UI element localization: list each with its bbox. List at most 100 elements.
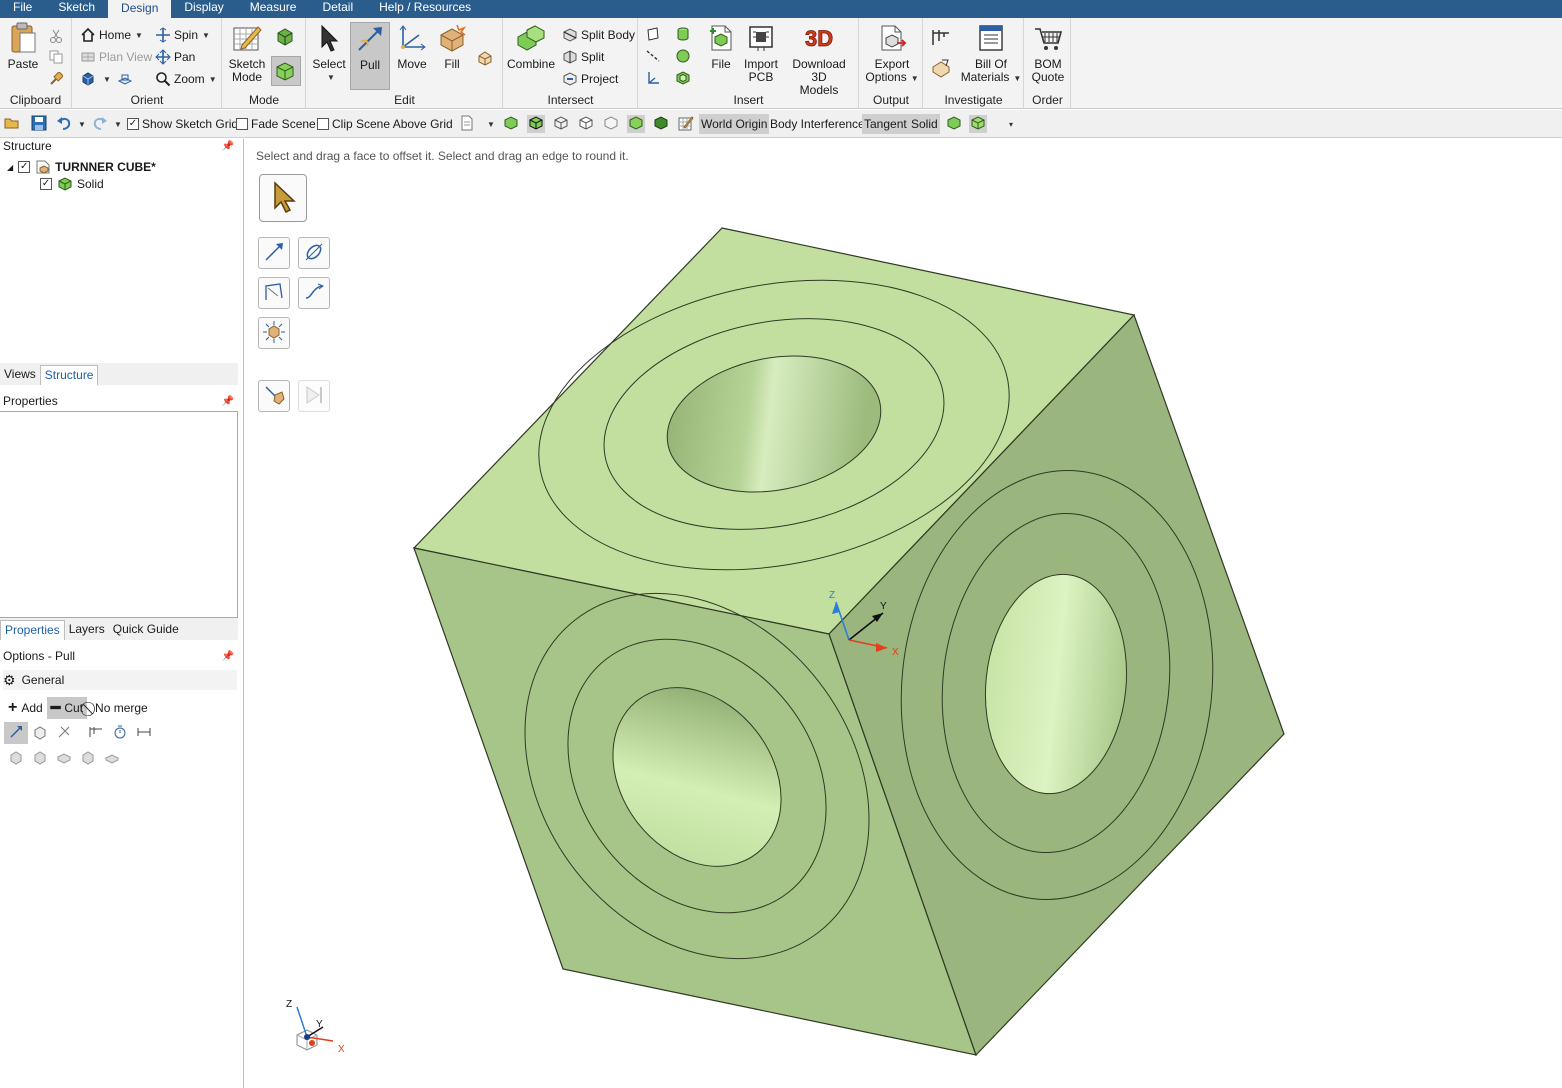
visibility-checkbox[interactable]: ✓ [18,161,31,173]
style-shaded-edges-button[interactable] [527,115,545,133]
export-options-button[interactable]: Export Options ▼ [864,22,920,85]
tree-row-root[interactable]: ◢ ✓ TURNNER CUBE* [7,159,156,175]
origin-tool-button[interactable] [645,68,664,88]
pull-both-sides-option[interactable] [28,722,52,744]
sphere-tool-button[interactable] [675,46,694,66]
project-button[interactable]: Project [562,69,618,89]
menu-tab-sketch[interactable]: Sketch [45,0,108,18]
pull-revolve-option[interactable] [52,722,76,744]
tab-layers[interactable]: Layers [65,620,109,640]
spin-button[interactable]: Spin ▼ [155,25,210,45]
customize-toolbar-button[interactable]: ▾ [1002,115,1016,133]
tab-views[interactable]: Views [0,365,40,385]
sketch-mode-button[interactable]: Sketch Mode [227,22,267,84]
visibility-checkbox[interactable]: ✓ [40,178,52,190]
format-painter-button[interactable] [48,69,67,89]
fade-scene-toggle[interactable]: Fade Scene [236,114,316,134]
blend-option[interactable] [76,747,100,769]
tangent-toggle[interactable]: Tangent [862,114,909,134]
clip-scene-toggle[interactable]: Clip Scene Above Grid [317,114,453,134]
check-geometry-button[interactable] [930,58,955,78]
view-cube-button[interactable]: ▼ [80,69,111,89]
graphics-options-button[interactable] [677,115,695,133]
checkbox-checked[interactable]: ✓ [127,118,139,130]
cut-button[interactable] [48,26,67,46]
plan-view-button[interactable]: Plan View [80,47,152,67]
turner-cube-model[interactable]: Z Y X [245,139,1562,1088]
style-solid-button[interactable] [627,115,645,133]
tab-structure[interactable]: Structure [39,365,99,385]
select-solid-button[interactable] [945,115,963,133]
style-hidden-line-button[interactable] [577,115,595,133]
checkbox-unchecked[interactable] [317,118,329,130]
style-edges-button[interactable] [602,115,620,133]
pull-ruler-option[interactable] [84,722,108,744]
bom-quote-button[interactable]: BOM Quote [1029,22,1067,84]
3d-viewport[interactable]: Select and drag a face to offset it. Sel… [245,139,1562,1088]
render-style-dropdown[interactable]: ▼ [482,115,496,133]
axis-tool-button[interactable] [645,46,664,66]
style-shaded-button[interactable] [502,115,520,133]
solid-toggle[interactable]: Solid [909,114,940,134]
menu-tab-file[interactable]: File [0,0,45,18]
pull-measure-option[interactable] [108,722,132,744]
menu-tab-help[interactable]: Help / Resources [366,0,484,18]
tree-row-solid[interactable]: ✓ Solid [40,176,104,192]
measure-caliper-button[interactable] [930,28,955,48]
cylinder-tool-button[interactable] [675,24,694,44]
pin-icon[interactable]: 📌 [222,139,234,154]
menu-tab-display[interactable]: Display [171,0,236,18]
3d-mode-button[interactable] [271,56,301,86]
pin-icon[interactable]: 📌 [222,394,234,409]
open-button[interactable] [3,115,21,133]
sweep-option[interactable] [52,747,76,769]
view-triad[interactable]: Z Y X [283,997,353,1067]
world-origin-toggle[interactable]: World Origin [699,114,770,134]
import-pcb-button[interactable]: Import PCB [741,22,781,84]
redo-button[interactable] [91,115,109,133]
home-button[interactable]: Home ▼ [80,25,143,45]
pull-direction-option[interactable] [4,722,28,744]
draft-option[interactable] [4,747,28,769]
tab-properties[interactable]: Properties [0,620,65,640]
split-button[interactable]: Split [562,47,604,67]
section-mode-button[interactable] [274,27,298,47]
insert-file-button[interactable]: File [703,22,739,71]
undo-button[interactable] [55,115,73,133]
add-option-button[interactable]: + Add [4,697,47,719]
offset-option[interactable] [28,747,52,769]
pin-icon[interactable]: 📌 [222,649,234,664]
blend-button[interactable] [475,48,498,68]
pull-button[interactable]: Pull [350,22,390,90]
style-dark-button[interactable] [652,115,670,133]
checkbox-unchecked[interactable] [236,118,248,130]
paste-button[interactable]: Paste [6,22,40,71]
menu-tab-detail[interactable]: Detail [309,0,366,18]
combine-button[interactable]: Combine [507,22,555,71]
pan-button[interactable]: Pan [155,47,195,67]
undo-dropdown-button[interactable]: ▼ [74,115,86,133]
view-projection-button[interactable] [117,69,136,89]
options-general-section[interactable]: ⚙ General [3,670,237,690]
select-button[interactable]: Select ▼ [311,22,347,84]
menu-tab-design[interactable]: Design [108,0,172,18]
copy-button[interactable] [48,47,67,67]
save-button[interactable] [30,115,48,133]
tab-quick-guide[interactable]: Quick Guide [109,620,183,640]
show-sketch-grid-toggle[interactable]: ✓ Show Sketch Grid [127,114,238,134]
move-button[interactable]: Move [393,22,431,71]
cut-option-button[interactable]: ━ Cut [46,697,88,719]
expand-triangle-icon[interactable]: ◢ [7,163,13,172]
fill-button[interactable]: Fill [434,22,470,71]
shell-tool-button[interactable] [675,68,694,88]
zoom-button[interactable]: Zoom ▼ [155,69,217,89]
select-body-button[interactable] [969,115,987,133]
style-wireframe-button[interactable] [552,115,570,133]
menu-tab-measure[interactable]: Measure [237,0,310,18]
split-body-button[interactable]: Split Body [562,25,635,45]
no-merge-option-button[interactable]: ⃠No merge [87,697,152,719]
bill-of-materials-button[interactable]: Bill Of Materials ▼ [960,22,1022,85]
plane-tool-button[interactable] [645,24,664,44]
chamfer-option[interactable] [100,747,124,769]
download-3d-models-button[interactable]: 3D Download 3D Models [784,22,854,97]
